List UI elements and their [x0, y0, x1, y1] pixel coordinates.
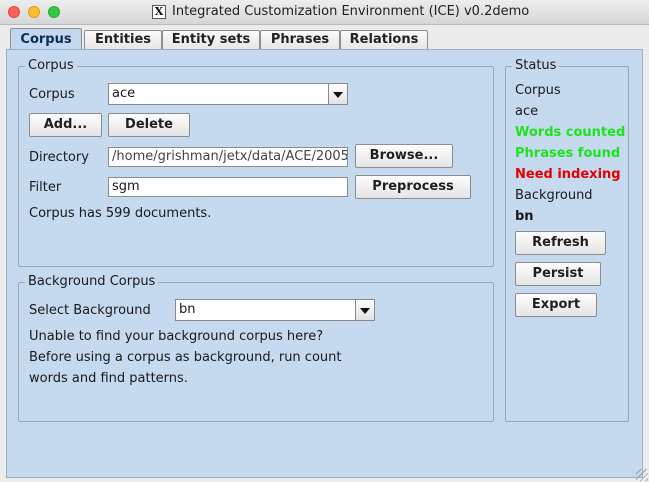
browse-button[interactable]: Browse... — [355, 144, 453, 168]
background-help-line-3: words and find patterns. — [29, 371, 188, 386]
corpus-group: Corpus Corpus ace Add... Delete Director… — [18, 58, 494, 267]
delete-corpus-button[interactable]: Delete — [108, 113, 190, 137]
preprocess-button[interactable]: Preprocess — [355, 175, 471, 199]
status-group: Status Corpus ace Words counted Phrases … — [505, 58, 629, 422]
background-group-title: Background Corpus — [25, 274, 159, 289]
background-select[interactable]: bn — [175, 299, 375, 321]
app-window: X Integrated Customization Environment (… — [0, 0, 649, 482]
corpus-select-value: ace — [112, 86, 136, 101]
corpus-label: Corpus — [29, 87, 75, 102]
need-indexing-status: Need indexing — [515, 167, 621, 182]
add-corpus-button[interactable]: Add... — [29, 113, 102, 137]
background-help-line-1: Unable to find your background corpus he… — [29, 329, 324, 344]
directory-field[interactable]: /home/grishman/jetx/data/ACE/2005/tr — [108, 147, 348, 167]
tab-content-panel: Corpus Corpus ace Add... Delete Director… — [6, 49, 643, 478]
chevron-down-icon[interactable] — [328, 84, 347, 104]
words-counted-status: Words counted — [515, 125, 626, 140]
export-button[interactable]: Export — [515, 293, 597, 317]
window-title: Integrated Customization Environment (IC… — [172, 4, 530, 19]
directory-label: Directory — [29, 150, 89, 165]
chevron-down-icon[interactable] — [355, 300, 374, 320]
document-count-text: Corpus has 599 documents. — [29, 206, 212, 221]
corpus-select[interactable]: ace — [108, 83, 348, 105]
status-corpus-name: ace — [515, 104, 539, 119]
background-help-line-2: Before using a corpus as background, run… — [29, 350, 342, 365]
tab-phrases[interactable]: Phrases — [260, 30, 340, 49]
background-select-value: bn — [179, 302, 196, 317]
tab-entities[interactable]: Entities — [84, 30, 162, 49]
tab-relations[interactable]: Relations — [340, 30, 428, 49]
tab-entity-sets[interactable]: Entity sets — [162, 30, 260, 49]
status-group-title: Status — [512, 58, 560, 73]
title-bar: X Integrated Customization Environment (… — [0, 0, 649, 25]
phrases-found-status: Phrases found — [515, 146, 621, 161]
filter-field[interactable]: sgm — [108, 177, 348, 197]
persist-button[interactable]: Persist — [515, 262, 601, 286]
x11-app-icon: X — [152, 5, 166, 19]
filter-label: Filter — [29, 180, 62, 195]
corpus-group-title: Corpus — [25, 58, 77, 73]
maximize-window-button[interactable] — [48, 6, 60, 18]
background-corpus-group: Background Corpus Select Background bn U… — [18, 274, 494, 422]
tab-corpus[interactable]: Corpus — [10, 28, 82, 49]
status-corpus-heading: Corpus — [515, 83, 561, 98]
select-background-label: Select Background — [29, 303, 151, 318]
refresh-button[interactable]: Refresh — [515, 231, 606, 255]
close-window-button[interactable] — [8, 6, 20, 18]
minimize-window-button[interactable] — [28, 6, 40, 18]
status-background-name: bn — [515, 209, 534, 224]
status-background-heading: Background — [515, 188, 593, 203]
resize-grip-icon[interactable] — [636, 469, 648, 481]
